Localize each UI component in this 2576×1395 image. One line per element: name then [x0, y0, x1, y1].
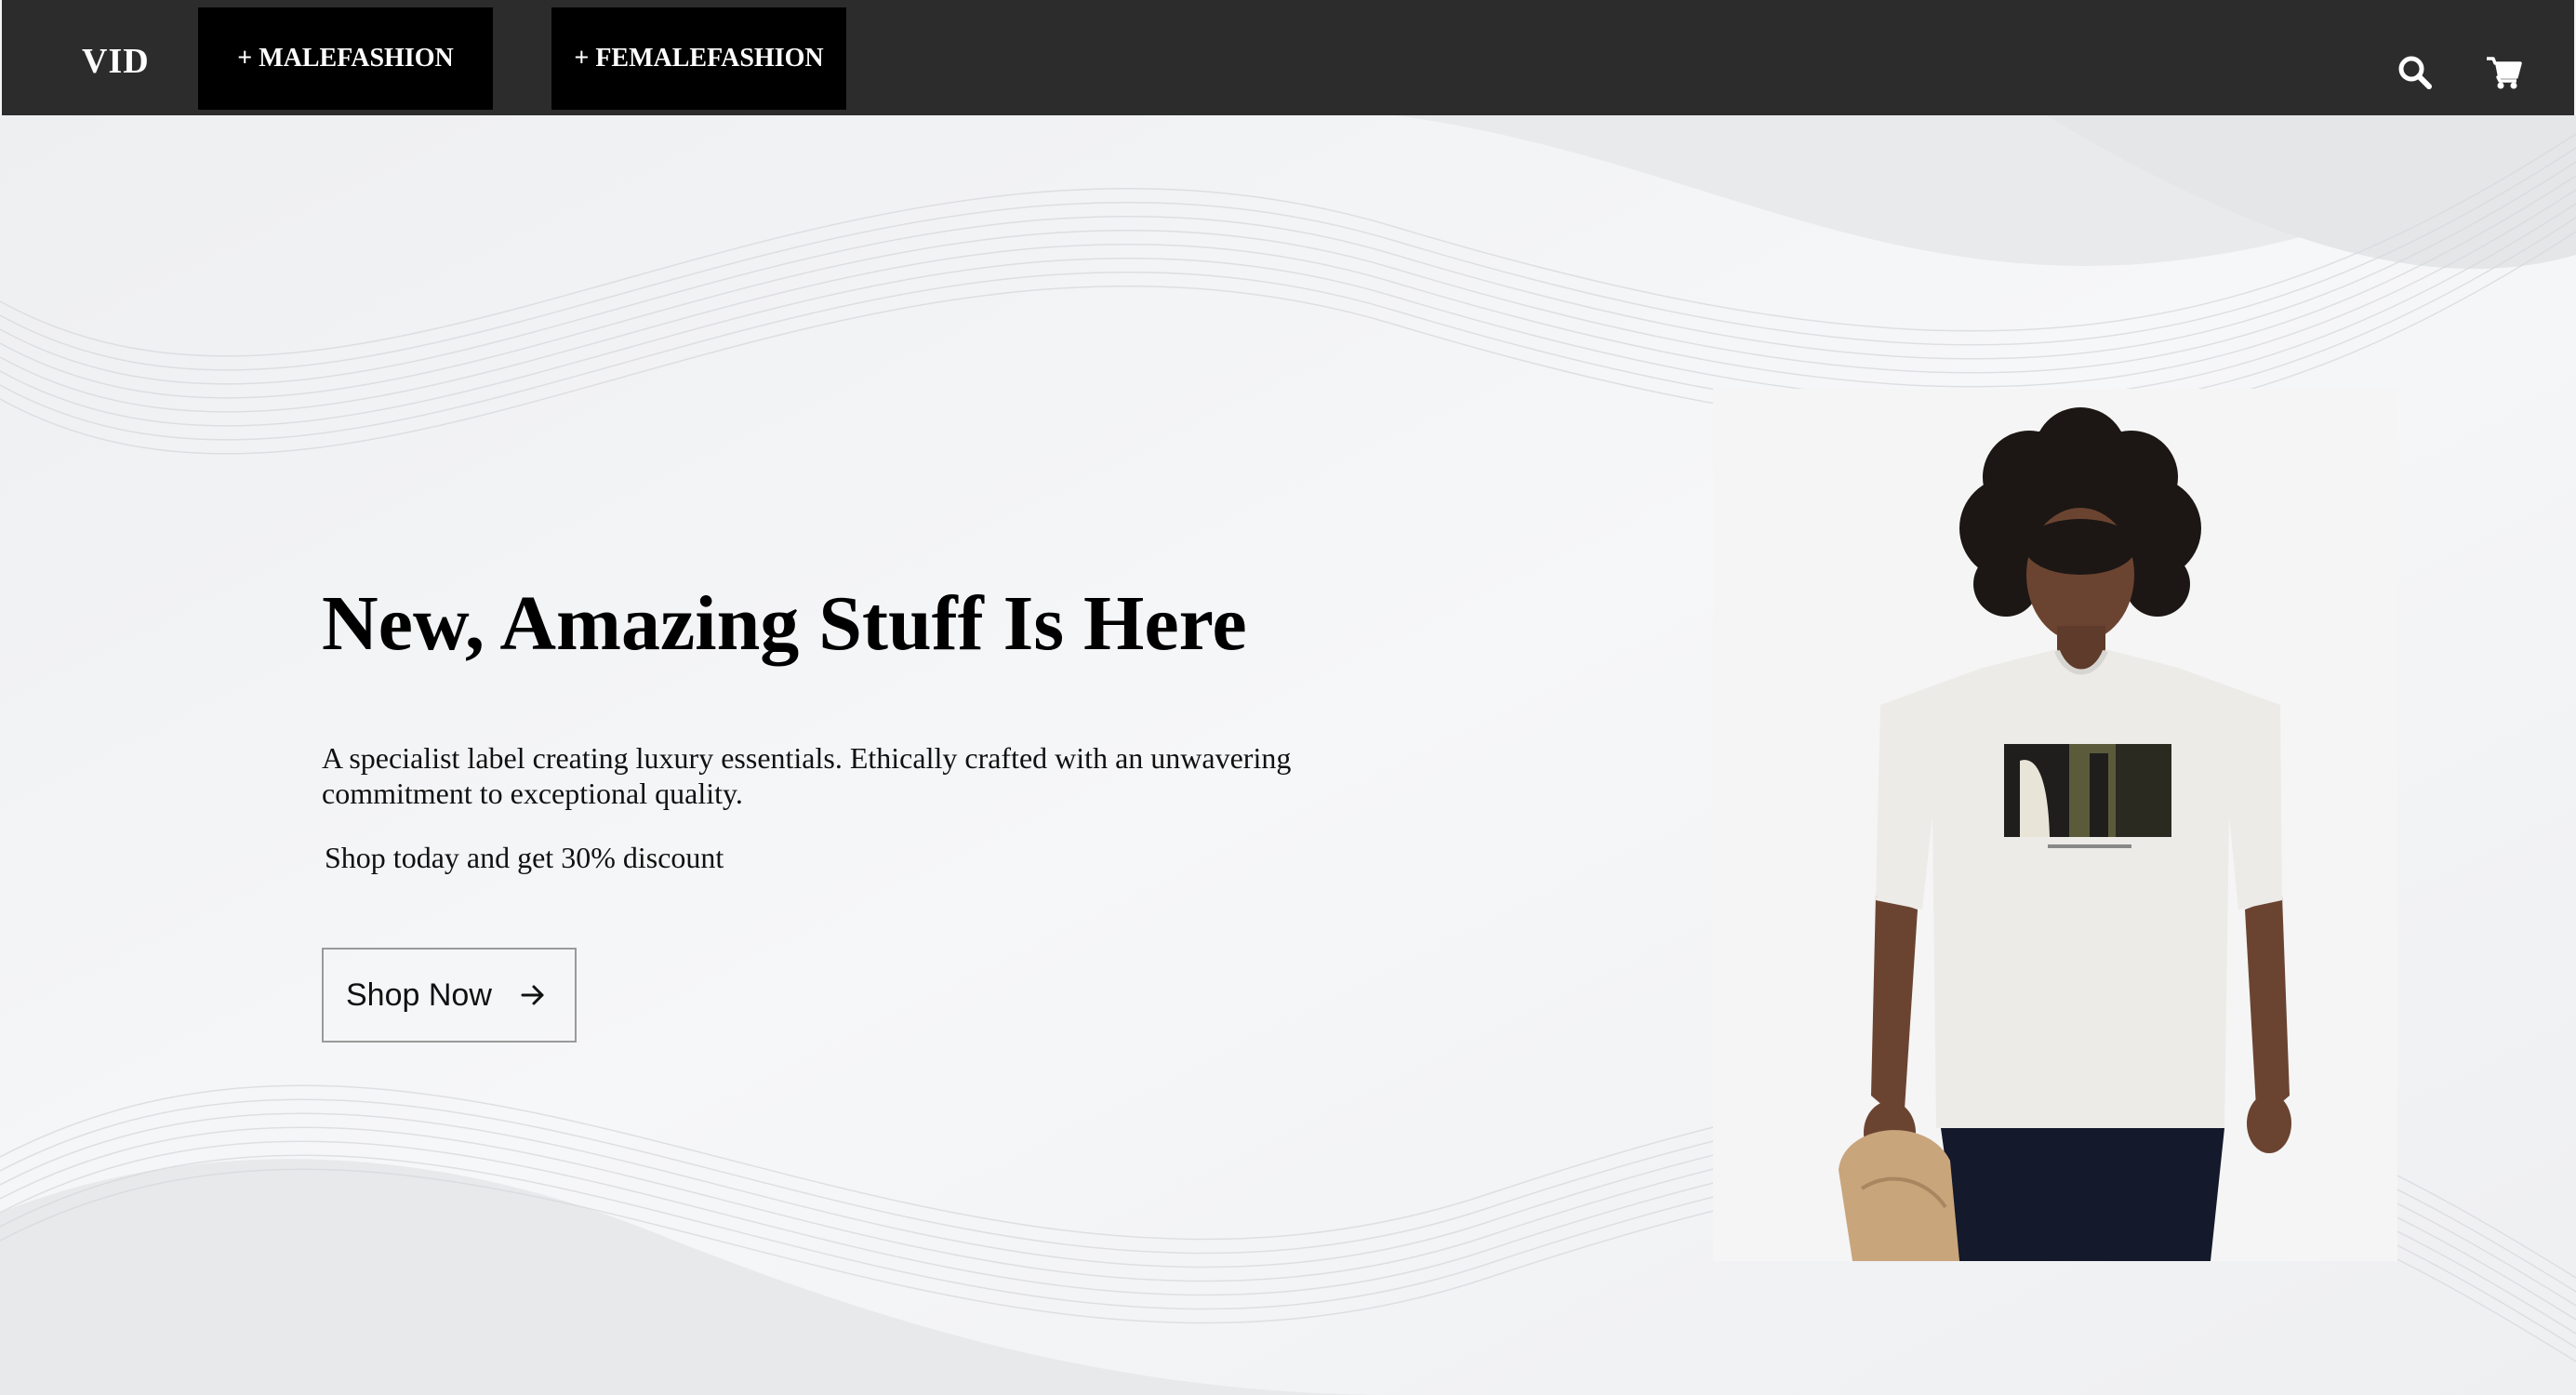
hero-product-image	[1713, 389, 2397, 1261]
hero-promo-text: Shop today and get 30% discount	[325, 841, 724, 874]
nav-male-fashion-button[interactable]: + MALEFASHION	[198, 7, 493, 110]
top-navbar: VID + MALEFASHION + FEMALEFASHION	[2, 0, 2574, 115]
arrow-right-icon	[521, 985, 544, 1005]
page: VID + MALEFASHION + FEMALEFASHION New, A…	[0, 0, 2576, 1395]
shop-now-label: Shop Now	[346, 976, 492, 1013]
nav-female-fashion-button[interactable]: + FEMALEFASHION	[551, 7, 846, 110]
search-icon[interactable]	[2397, 54, 2434, 91]
shirt-print	[2004, 744, 2171, 848]
hero-description: A specialist label creating luxury essen…	[322, 741, 1292, 810]
brand-logo[interactable]: VID	[82, 41, 150, 82]
hero-headline: New, Amazing Stuff Is Here	[322, 580, 1247, 667]
cart-icon[interactable]	[2485, 54, 2522, 91]
shop-now-button[interactable]: Shop Now	[322, 948, 577, 1043]
